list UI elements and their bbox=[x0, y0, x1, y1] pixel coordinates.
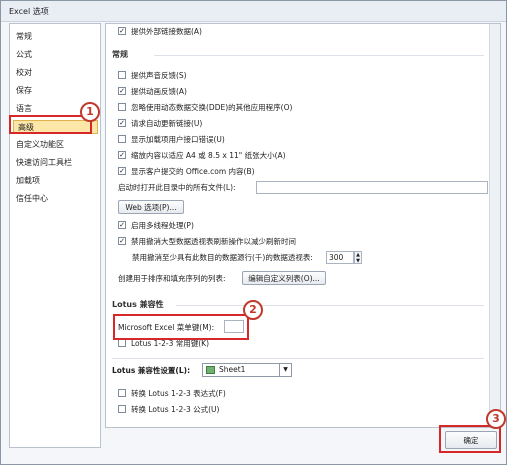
sidebar-item-addins[interactable]: 加载项 bbox=[16, 174, 96, 188]
option-row[interactable]: 显示客户提交的 Office.com 内容(B) bbox=[118, 166, 255, 178]
advanced-options-panel: 提供外部链接数据(A) 常规 提供声音反馈(S) 提供动画反馈(A) 忽略使用动… bbox=[105, 23, 501, 428]
checkbox[interactable] bbox=[118, 119, 126, 127]
option-row[interactable]: 提供动画反馈(A) bbox=[118, 86, 187, 98]
highlight-menu-key bbox=[113, 314, 249, 340]
custom-list-label: 创建用于排序和填充序列的列表: bbox=[118, 274, 226, 283]
option-row[interactable]: 缩放内容以适应 A4 或 8.5 x 11" 纸张大小(A) bbox=[118, 150, 286, 162]
option-row[interactable]: 请求自动更新链接(U) bbox=[118, 118, 202, 130]
checkbox[interactable] bbox=[118, 389, 126, 397]
divider bbox=[176, 305, 484, 306]
option-row[interactable]: 转换 Lotus 1-2-3 表达式(F) bbox=[118, 388, 226, 400]
startup-folder-label: 启动时打开此目录中的所有文件(L): bbox=[118, 183, 236, 192]
pivot-rows-spinner[interactable]: ▲ ▼ bbox=[354, 251, 362, 264]
pivot-rows-label: 禁用撤消至少具有此数目的数据源行(千)的数据透视表: bbox=[132, 253, 313, 262]
lotus-settings-label: Lotus 兼容性设置(L): bbox=[112, 366, 191, 375]
checkbox[interactable] bbox=[118, 103, 126, 111]
chevron-down-icon: ▼ bbox=[279, 364, 291, 376]
checkbox[interactable] bbox=[118, 339, 126, 347]
sidebar-item-save[interactable]: 保存 bbox=[16, 84, 96, 98]
highlight-advanced bbox=[9, 115, 92, 134]
sidebar-item-customize-ribbon[interactable]: 自定义功能区 bbox=[16, 138, 96, 152]
section-header-lotus-compat: Lotus 兼容性 bbox=[112, 300, 164, 309]
startup-folder-input[interactable] bbox=[256, 181, 488, 194]
web-options-button[interactable]: Web 选项(P)... bbox=[118, 200, 184, 214]
lotus-sheet-value: Sheet1 bbox=[219, 365, 246, 374]
pivot-rows-input[interactable]: 300 bbox=[326, 251, 354, 264]
sidebar-item-general[interactable]: 常规 bbox=[16, 30, 96, 44]
lotus-sheet-select[interactable]: Sheet1 ▼ bbox=[202, 363, 292, 377]
section-header-general: 常规 bbox=[112, 50, 128, 59]
callout-3: 3 bbox=[486, 409, 506, 429]
option-row[interactable]: 提供外部链接数据(A) bbox=[118, 26, 202, 38]
vertical-scrollbar[interactable] bbox=[489, 24, 500, 427]
highlight-ok bbox=[439, 425, 501, 453]
checkbox[interactable] bbox=[118, 27, 126, 35]
callout-2: 2 bbox=[243, 300, 263, 320]
option-row[interactable]: 启用多线程处理(P) bbox=[118, 220, 194, 232]
sidebar-item-quick-access-toolbar[interactable]: 快速访问工具栏 bbox=[16, 156, 96, 170]
title-bar: Excel 选项 bbox=[1, 1, 506, 22]
option-row[interactable]: 提供声音反馈(S) bbox=[118, 70, 187, 82]
checkbox[interactable] bbox=[118, 167, 126, 175]
edit-custom-lists-button[interactable]: 编辑自定义列表(O)... bbox=[242, 271, 326, 285]
window-title: Excel 选项 bbox=[9, 7, 49, 16]
sidebar-item-proofing[interactable]: 校对 bbox=[16, 66, 96, 80]
divider bbox=[112, 358, 484, 359]
sidebar-item-formulas[interactable]: 公式 bbox=[16, 48, 96, 62]
checkbox[interactable] bbox=[118, 135, 126, 143]
excel-options-dialog: Excel 选项 常规 公式 校对 保存 语言 高级 自定义功能区 快速访问工具… bbox=[0, 0, 507, 465]
option-row[interactable]: 显示加载项用户接口错误(U) bbox=[118, 134, 225, 146]
callout-1: 1 bbox=[80, 102, 100, 122]
checkbox[interactable] bbox=[118, 71, 126, 79]
option-row[interactable]: 忽略使用动态数据交换(DDE)的其他应用程序(O) bbox=[118, 102, 292, 114]
sheet-icon bbox=[206, 366, 215, 374]
option-row[interactable]: 禁用撤消大型数据透视表刷新操作以减少刷新时间 bbox=[118, 236, 298, 248]
divider bbox=[154, 55, 484, 56]
option-row[interactable]: 转换 Lotus 1-2-3 公式(U) bbox=[118, 404, 219, 416]
checkbox[interactable] bbox=[118, 237, 126, 245]
checkbox[interactable] bbox=[118, 405, 126, 413]
checkbox[interactable] bbox=[118, 151, 126, 159]
checkbox[interactable] bbox=[118, 87, 126, 95]
checkbox[interactable] bbox=[118, 221, 126, 229]
sidebar: 常规 公式 校对 保存 语言 高级 自定义功能区 快速访问工具栏 加载项 信任中… bbox=[9, 23, 101, 448]
sidebar-item-trust-center[interactable]: 信任中心 bbox=[16, 192, 96, 206]
